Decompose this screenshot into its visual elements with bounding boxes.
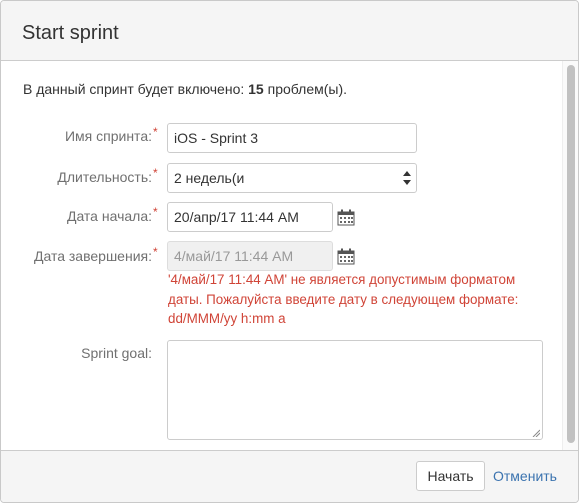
duration-required-marker: * xyxy=(153,166,158,180)
cancel-link[interactable]: Отменить xyxy=(493,468,557,484)
duration-select-value: 2 недель(и xyxy=(174,170,245,186)
intro-prefix: В данный спринт будет включено: xyxy=(23,81,249,97)
dialog-title: Start sprint xyxy=(22,22,119,44)
end-date-label: Дата завершения: xyxy=(34,248,152,264)
duration-select[interactable]: 2 недель(и xyxy=(167,163,417,193)
select-arrows-icon xyxy=(403,171,411,185)
sprint-name-label: Имя спринта: xyxy=(64,128,152,144)
end-date-input[interactable]: 4/май/17 11:44 AM xyxy=(167,241,333,271)
end-date-required-marker: * xyxy=(153,245,158,259)
start-button[interactable]: Начать xyxy=(416,461,485,491)
intro-suffix: проблем(ы). xyxy=(263,81,348,97)
start-date-label: Дата начала: xyxy=(66,208,152,224)
issue-count: 15 xyxy=(248,81,264,97)
start-sprint-dialog: Start sprint В данный спринт будет включ… xyxy=(0,0,579,503)
dialog-body: В данный спринт будет включено: 15 пробл… xyxy=(1,61,578,450)
duration-label: Длительность: xyxy=(57,169,152,185)
sprint-name-input[interactable]: iOS - Sprint 3 xyxy=(167,123,417,153)
sprint-goal-textarea[interactable] xyxy=(167,340,543,440)
dialog-scrollbar[interactable] xyxy=(562,61,578,450)
start-date-required-marker: * xyxy=(153,205,158,219)
sprint-goal-label: Sprint goal: xyxy=(81,345,152,361)
issue-count-text: В данный спринт будет включено: 15 пробл… xyxy=(23,81,347,97)
end-date-calendar-icon[interactable] xyxy=(337,248,355,265)
resize-handle-icon[interactable] xyxy=(532,429,540,437)
start-date-input[interactable]: 20/апр/17 11:44 AM xyxy=(167,202,333,232)
sprint-name-required-marker: * xyxy=(153,125,158,139)
dialog-footer: Начать Отменить xyxy=(1,450,578,502)
dialog-header: Start sprint xyxy=(1,1,578,61)
start-date-calendar-icon[interactable] xyxy=(337,209,355,226)
end-date-error-message: '4/май/17 11:44 AM' не является допустим… xyxy=(168,272,519,326)
scrollbar-thumb[interactable] xyxy=(567,65,575,443)
